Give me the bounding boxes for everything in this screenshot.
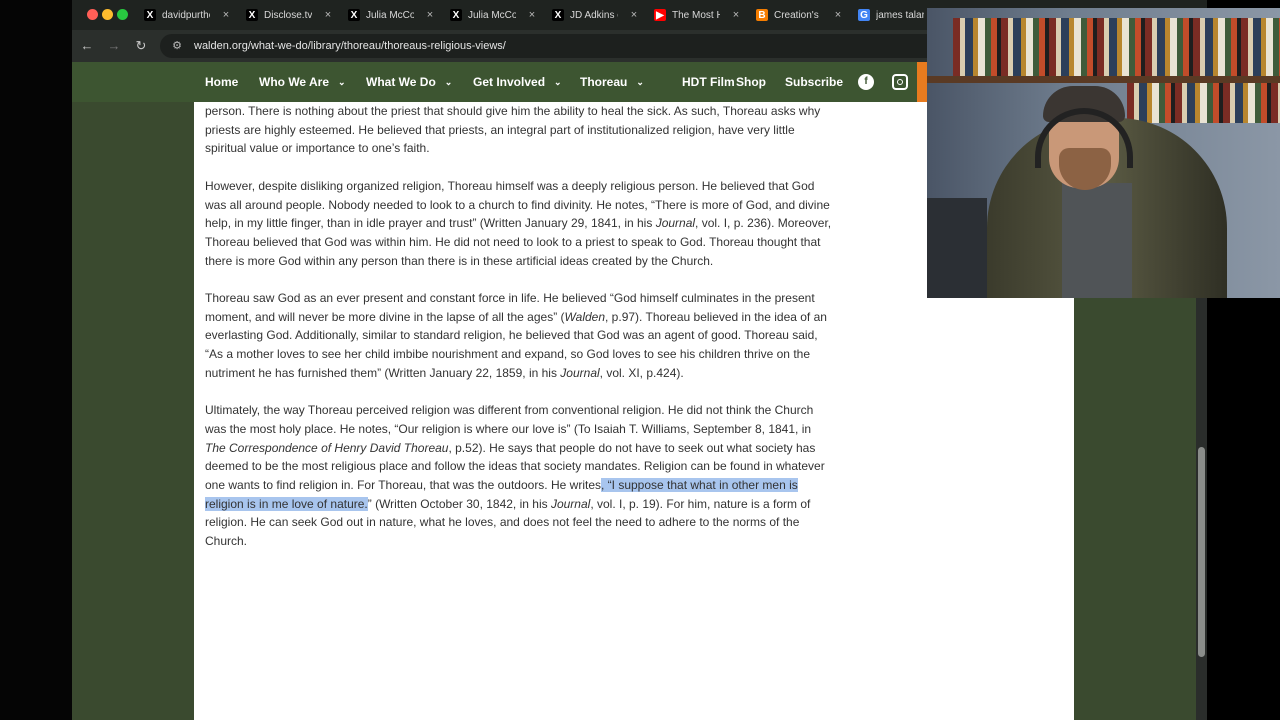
webcam-shelf bbox=[927, 76, 1280, 83]
nav-item-label: Shop bbox=[736, 75, 766, 89]
paragraph-text: person. There is nothing about the pries… bbox=[205, 104, 821, 156]
scrollbar-thumb[interactable] bbox=[1198, 447, 1205, 657]
nav-item-shop[interactable]: Shop bbox=[736, 62, 766, 102]
browser-tab[interactable]: X Disclose.tv × bbox=[246, 5, 334, 25]
correspondence-title: The Correspondence of Henry David Thorea… bbox=[205, 440, 449, 455]
tab-title: davidpurthe bbox=[162, 9, 210, 21]
webcam-bookshelf-middle bbox=[1127, 83, 1280, 123]
walden-title: Walden bbox=[564, 309, 606, 324]
maximize-window-button[interactable] bbox=[117, 9, 128, 20]
tab-title: Disclose.tv bbox=[264, 9, 312, 21]
nav-item-label: HDT Film bbox=[682, 75, 735, 89]
google-icon: G bbox=[858, 9, 870, 21]
journal-title: Journal bbox=[655, 216, 696, 231]
tab-title: james talari bbox=[876, 9, 924, 21]
paragraph-nature-religion: Ultimately, the way Thoreau perceived re… bbox=[205, 401, 835, 551]
nav-item-label: Get Involved bbox=[473, 75, 546, 89]
close-tab-icon[interactable]: × bbox=[220, 9, 232, 21]
minimize-window-button[interactable] bbox=[102, 9, 113, 20]
article-body: person. There is nothing about the pries… bbox=[205, 102, 835, 570]
back-arrow-icon[interactable]: ← bbox=[78, 37, 96, 55]
nav-item-home[interactable]: Home bbox=[205, 62, 238, 102]
forward-arrow-icon[interactable]: → bbox=[105, 37, 123, 55]
webcam-microphone bbox=[927, 198, 987, 298]
journal-title: Journal bbox=[550, 496, 591, 511]
orange-accent-strip bbox=[917, 62, 927, 102]
nav-item-thoreau[interactable]: Thoreau ⌄ bbox=[580, 62, 644, 102]
paragraph-religious-person: However, despite disliking organized rel… bbox=[205, 177, 835, 271]
tab-title: JD Adkins o bbox=[570, 9, 618, 21]
nav-item-label: Who We Are bbox=[259, 75, 330, 89]
chevron-down-icon: ⌄ bbox=[636, 77, 644, 87]
x-logo-icon: X bbox=[552, 9, 564, 21]
browser-tab[interactable]: X Julia McCo × bbox=[450, 5, 538, 25]
chevron-down-icon: ⌄ bbox=[338, 77, 346, 87]
youtube-icon: ▶ bbox=[654, 9, 666, 21]
instagram-icon[interactable] bbox=[892, 74, 908, 90]
nav-item-what-we-do[interactable]: What We Do ⌄ bbox=[366, 62, 452, 102]
tab-title: Julia McCo bbox=[366, 9, 414, 21]
browser-tab[interactable]: B Creation's × bbox=[756, 5, 844, 25]
chevron-down-icon: ⌄ bbox=[444, 77, 453, 87]
nav-item-who-we-are[interactable]: Who We Are ⌄ bbox=[259, 62, 346, 102]
site-settings-icon[interactable]: ⚙ bbox=[170, 39, 184, 53]
browser-tab[interactable]: X Julia McCo × bbox=[348, 5, 436, 25]
close-window-button[interactable] bbox=[87, 9, 98, 20]
tab-title: The Most H bbox=[672, 9, 720, 21]
nav-item-get-involved[interactable]: Get Involved ⌄ bbox=[473, 62, 562, 102]
close-tab-icon[interactable]: × bbox=[424, 9, 436, 21]
journal-title: Journal bbox=[560, 365, 600, 380]
left-black-margin bbox=[0, 0, 72, 720]
chevron-down-icon: ⌄ bbox=[554, 77, 562, 87]
x-logo-icon: X bbox=[246, 9, 258, 21]
x-logo-icon: X bbox=[348, 9, 360, 21]
browser-tab[interactable]: ▶ The Most H × bbox=[654, 5, 742, 25]
paragraph-text: , vol. XI, p.424). bbox=[599, 365, 684, 380]
nav-item-label: Subscribe bbox=[785, 75, 844, 89]
nav-item-label: Home bbox=[205, 75, 239, 89]
paragraph-text: ” (Written October 30, 1842, in his bbox=[367, 496, 551, 511]
facebook-icon[interactable]: f bbox=[858, 74, 874, 90]
nav-item-label: What We Do bbox=[366, 75, 436, 89]
paragraph-ever-present-god: Thoreau saw God as an ever present and c… bbox=[205, 289, 835, 383]
x-logo-icon: X bbox=[144, 9, 156, 21]
reload-icon[interactable]: ↻ bbox=[132, 37, 150, 55]
x-logo-icon: X bbox=[450, 9, 462, 21]
webcam-person-shirt bbox=[1062, 183, 1132, 298]
tab-title: Julia McCo bbox=[468, 9, 516, 21]
paragraph-priests: person. There is nothing about the pries… bbox=[205, 102, 835, 158]
webcam-bookshelf-top bbox=[953, 18, 1280, 78]
close-tab-icon[interactable]: × bbox=[730, 9, 742, 21]
close-tab-icon[interactable]: × bbox=[832, 9, 844, 21]
nav-item-label: Thoreau bbox=[580, 75, 628, 89]
nav-item-subscribe[interactable]: Subscribe bbox=[785, 62, 843, 102]
browser-tab[interactable]: X JD Adkins o × bbox=[552, 5, 640, 25]
browser-tab[interactable]: Xdavidpurthe × bbox=[144, 5, 232, 25]
blogger-icon: B bbox=[756, 9, 768, 21]
tab-title: Creation's bbox=[774, 9, 819, 21]
nav-item-hdt-film[interactable]: HDT Film bbox=[682, 62, 735, 102]
close-tab-icon[interactable]: × bbox=[322, 9, 334, 21]
paragraph-text: Ultimately, the way Thoreau perceived re… bbox=[205, 403, 814, 436]
webcam-overlay bbox=[927, 8, 1280, 298]
close-tab-icon[interactable]: × bbox=[628, 9, 640, 21]
url-text[interactable]: walden.org/what-we-do/library/thoreau/th… bbox=[194, 40, 506, 52]
close-tab-icon[interactable]: × bbox=[526, 9, 538, 21]
